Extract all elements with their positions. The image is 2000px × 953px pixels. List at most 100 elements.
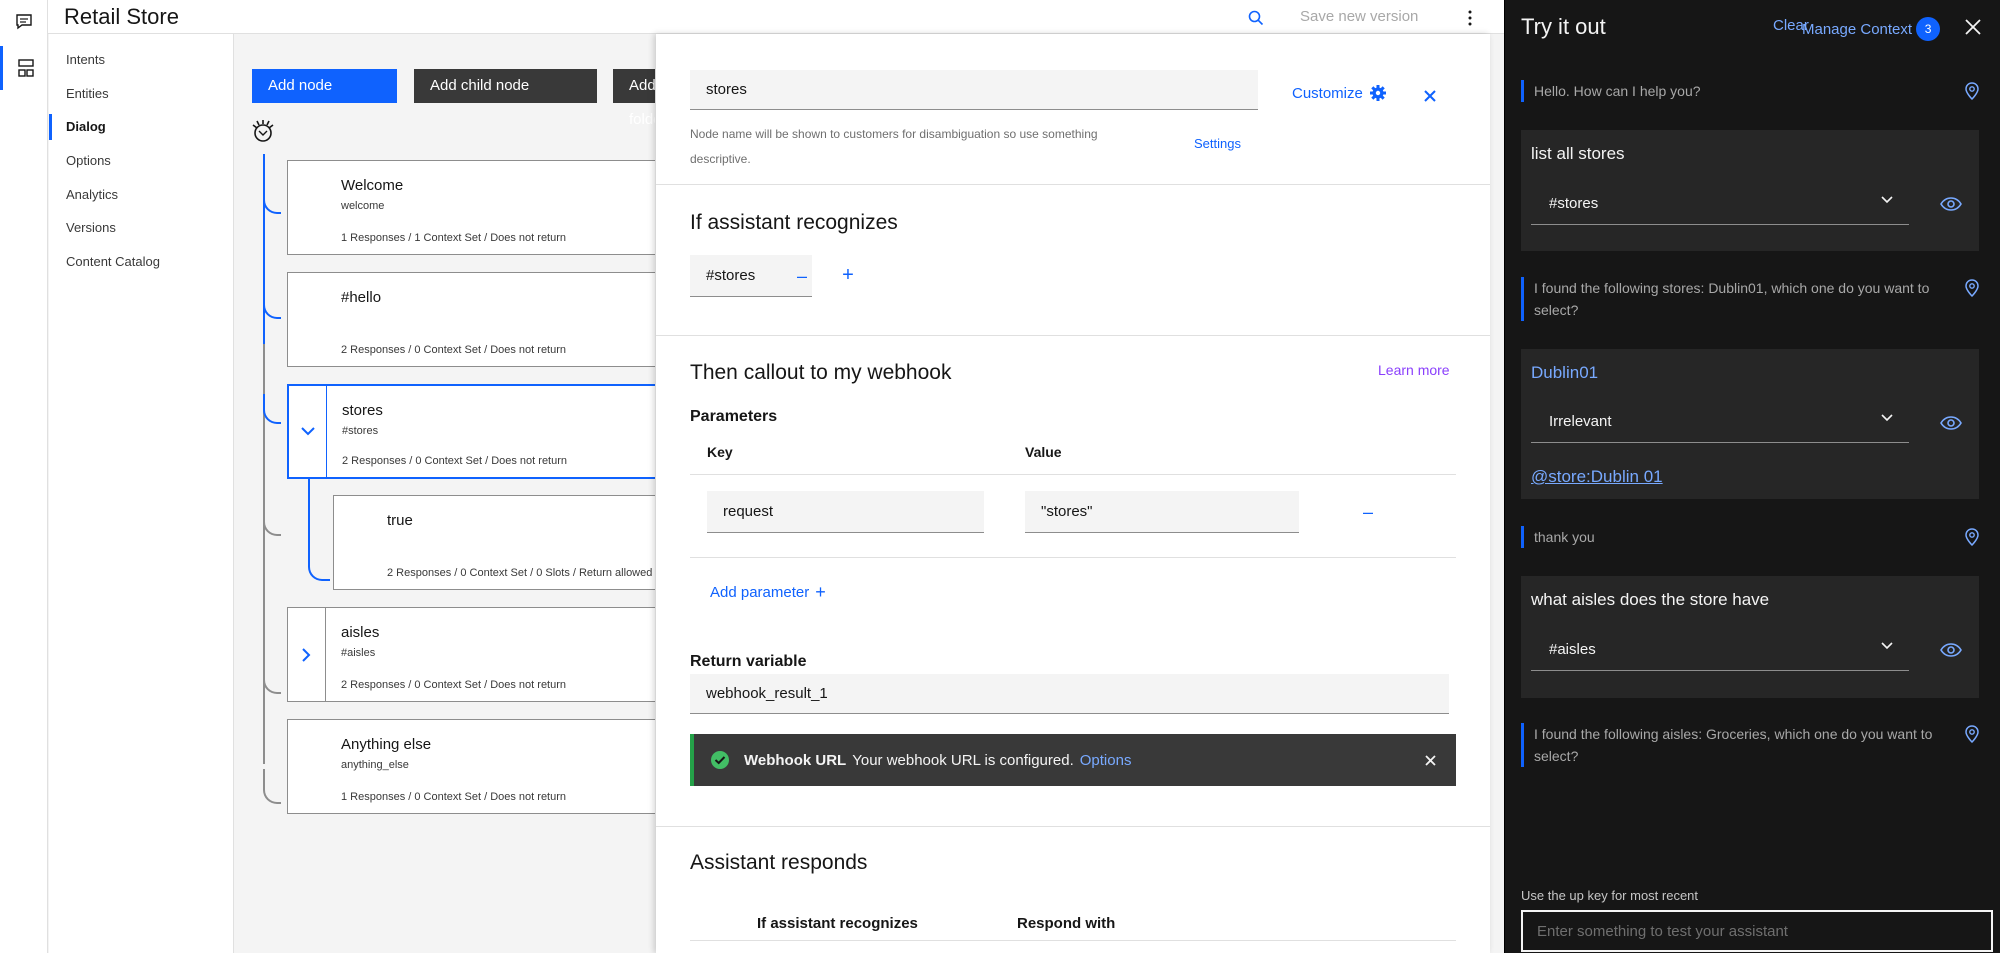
key-column-header: Key [707, 444, 733, 460]
add-condition-icon[interactable]: + [836, 263, 860, 287]
condition-value: #stores [706, 267, 756, 284]
bot-message: I found the following stores: Dublin01, … [1521, 277, 1961, 321]
tree-connector [263, 394, 281, 424]
eye-icon[interactable] [1939, 192, 1963, 216]
node-meta: 2 Responses / 0 Context Set / 0 Slots / … [387, 567, 653, 579]
table-divider [690, 940, 1456, 941]
entity-link[interactable]: @store:Dublin 01 [1531, 467, 1663, 487]
nav-item-analytics[interactable]: Analytics [49, 182, 234, 208]
add-folder-button[interactable]: Add folder [613, 69, 655, 128]
tree-connector [308, 476, 330, 581]
chat-icon[interactable] [0, 0, 48, 44]
chevron-down-icon [1881, 196, 1893, 204]
node-name-helper-text: Node name will be shown to customers for… [690, 127, 1098, 166]
bot-message: I found the following aisles: Groceries,… [1521, 723, 1961, 767]
node-meta: 1 Responses / 1 Context Set / Does not r… [341, 232, 567, 244]
tree-connector [263, 154, 265, 344]
save-new-version-button[interactable]: Save new version [1300, 8, 1418, 25]
nav-item-intents[interactable]: Intents [49, 47, 234, 73]
manage-context-button[interactable]: Manage Context 3 [1802, 17, 1941, 41]
add-parameter-button[interactable]: Add parameter + [710, 582, 826, 603]
nav-item-options[interactable]: Options [49, 148, 234, 174]
try-it-out-title: Try it out [1521, 14, 1606, 39]
close-icon[interactable] [1418, 748, 1442, 772]
collapse-node-button[interactable] [289, 386, 327, 477]
test-assistant-input[interactable] [1521, 910, 1993, 952]
user-message: list all stores [1531, 144, 1625, 163]
settings-link[interactable]: Settings [1194, 136, 1241, 151]
close-icon[interactable] [1960, 14, 1986, 40]
close-icon[interactable] [1418, 84, 1442, 108]
location-pin-icon[interactable] [1962, 723, 1982, 745]
dialog-node[interactable]: aisles #aisles 2 Responses / 0 Context S… [287, 607, 655, 702]
table-divider [690, 557, 1456, 558]
return-variable-label: Return variable [690, 653, 807, 670]
node-editor-panel: stores Node name will be shown to custom… [656, 34, 1490, 953]
chevron-down-icon [1881, 414, 1893, 422]
skills-icon[interactable] [0, 46, 48, 90]
node-condition: welcome [341, 200, 385, 212]
parameter-key-input[interactable]: request [707, 491, 984, 533]
search-icon[interactable] [1244, 6, 1268, 30]
nav-item-content-catalog[interactable]: Content Catalog [49, 249, 234, 275]
parameter-value-input[interactable]: "stores" [1025, 491, 1299, 533]
node-meta: 2 Responses / 0 Context Set / Does not r… [341, 344, 567, 356]
location-pin-icon[interactable] [1962, 80, 1982, 102]
remove-condition-icon[interactable]: – [790, 255, 814, 297]
dialog-canvas: Add node Add child node Add folder Welco… [235, 34, 655, 953]
customize-label: Customize [1292, 84, 1363, 102]
condition-chip[interactable]: #stores – [690, 255, 812, 297]
nav-item-versions[interactable]: Versions [49, 215, 234, 241]
node-title: aisles [341, 624, 380, 641]
user-message: Dublin01 [1531, 363, 1599, 382]
node-title: true [387, 512, 413, 529]
app-rail [0, 0, 48, 953]
dialog-node[interactable]: Anything else anything_else 1 Responses … [287, 719, 655, 814]
learn-more-link[interactable]: Learn more [1378, 362, 1450, 378]
responds-column-header: Respond with [1017, 915, 1116, 932]
node-meta: 2 Responses / 0 Context Set / Does not r… [341, 679, 567, 691]
node-title: Anything else [341, 736, 432, 753]
intent-value: #aisles [1549, 641, 1596, 658]
intent-select[interactable]: #aisles [1531, 629, 1909, 671]
section-divider [656, 826, 1490, 827]
node-title: Welcome [341, 177, 404, 194]
input-hint: Use the up key for most recent [1521, 888, 1699, 903]
node-name-input[interactable]: stores [690, 70, 1258, 110]
overflow-menu-icon[interactable] [1458, 6, 1482, 30]
intent-select[interactable]: Irrelevant [1531, 401, 1909, 443]
nav-item-entities[interactable]: Entities [49, 81, 234, 107]
plus-icon: + [815, 582, 826, 602]
bot-message: thank you [1521, 526, 1961, 548]
user-message: what aisles does the store have [1531, 590, 1770, 609]
dialog-node-selected[interactable]: stores #stores 2 Responses / 0 Context S… [287, 384, 655, 479]
add-child-node-button[interactable]: Add child node [414, 69, 597, 103]
node-condition: #stores [342, 425, 379, 437]
remove-parameter-icon[interactable]: – [1356, 500, 1380, 524]
checkmark-icon [710, 750, 730, 770]
location-pin-icon[interactable] [1962, 526, 1982, 548]
eye-icon[interactable] [1939, 638, 1963, 662]
dialog-child-node[interactable]: true 2 Responses / 0 Context Set / 0 Slo… [333, 495, 655, 590]
top-bar: Retail Store Save new version [48, 0, 1504, 34]
user-message-card: Dublin01 Irrelevant @store:Dublin 01 [1521, 349, 1979, 499]
dialog-node[interactable]: #hello 2 Responses / 0 Context Set / Doe… [287, 272, 655, 367]
notification-options-link[interactable]: Options [1080, 752, 1132, 769]
user-message-card: list all stores #stores [1521, 130, 1979, 251]
intent-select[interactable]: #stores [1531, 183, 1909, 225]
customize-button[interactable]: Customize [1292, 84, 1387, 102]
location-pin-icon[interactable] [1962, 277, 1982, 299]
responds-heading: Assistant responds [690, 851, 868, 874]
nav-item-dialog[interactable]: Dialog [49, 114, 234, 140]
eye-icon[interactable] [1939, 411, 1963, 435]
parameters-label: Parameters [690, 408, 778, 425]
dialog-node[interactable]: Welcome welcome 1 Responses / 1 Context … [287, 160, 655, 255]
chevron-down-icon [1881, 642, 1893, 650]
return-variable-input[interactable]: webhook_result_1 [690, 674, 1449, 714]
tree-connector [263, 289, 281, 319]
bot-message: Hello. How can I help you? [1521, 80, 1961, 102]
expand-node-button[interactable] [288, 608, 326, 701]
webhook-notification: Webhook URL Your webhook URL is configur… [690, 734, 1456, 786]
node-title: #hello [341, 289, 382, 306]
add-node-button[interactable]: Add node [252, 69, 397, 103]
